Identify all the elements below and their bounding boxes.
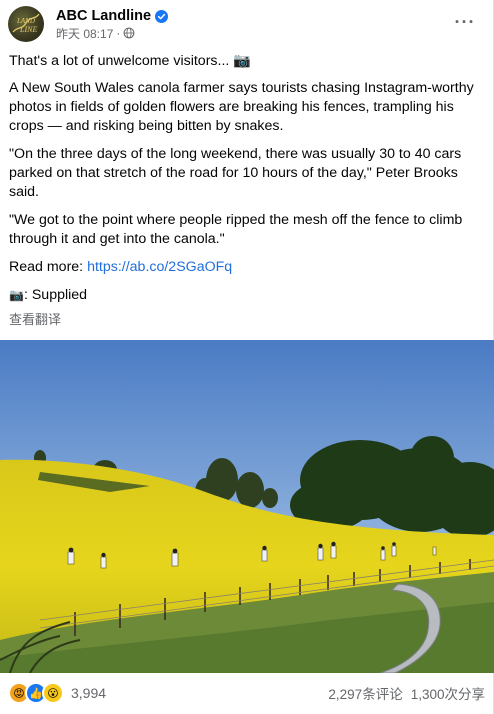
post-photo[interactable] (0, 340, 494, 673)
svg-text:LINE: LINE (19, 25, 37, 34)
post-stats: 2,297条评论 1,300次分享 (328, 683, 485, 703)
credit-line: 📷: Supplied (9, 286, 485, 305)
wow-react-icon: 😮 (42, 682, 64, 704)
read-more-link[interactable]: https://ab.co/2SGaOFq (87, 259, 232, 275)
post-meta: 昨天 08:17 · (56, 25, 135, 41)
see-translation-link[interactable]: 查看翻译 (9, 309, 61, 328)
page-name-row: ABC Landline (56, 6, 169, 26)
credit-text: : Supplied (23, 287, 88, 303)
post-paragraph-3: "We got to the point where people ripped… (9, 212, 463, 247)
verified-icon (155, 9, 169, 23)
post-line1: That's a lot of unwelcome visitors... 📷 (9, 53, 251, 69)
post-header: LAND LINE ABC Landline 昨天 08:17 · ··· (8, 6, 485, 42)
canola-field-image (0, 340, 494, 673)
svg-text:LAND: LAND (16, 17, 35, 25)
post-paragraph-2: "On the three days of the long weekend, … (9, 146, 462, 200)
camera-icon: 📷 (9, 288, 24, 302)
shares-count[interactable]: 1,300次分享 (411, 683, 485, 703)
page-avatar[interactable]: LAND LINE (8, 6, 44, 42)
more-options-button[interactable]: ··· (453, 12, 477, 32)
page-name[interactable]: ABC Landline (56, 8, 151, 24)
reactions[interactable]: 😡 👍 😮 (8, 682, 64, 704)
meta-separator: · (116, 26, 121, 40)
read-more-line: Read more: https://ab.co/2SGaOFq (9, 258, 485, 277)
post-timestamp[interactable]: 昨天 08:17 (56, 25, 113, 42)
post-paragraph-1: A New South Wales canola farmer says tou… (9, 80, 474, 134)
post-footer: 😡 👍 😮 3,994 2,297条评论 1,300次分享 (8, 678, 485, 708)
avatar-logo-icon: LAND LINE (12, 13, 40, 34)
comments-count[interactable]: 2,297条评论 (328, 683, 402, 703)
globe-icon (123, 27, 135, 39)
post-body: That's a lot of unwelcome visitors... 📷 … (9, 52, 485, 314)
read-more-label: Read more: (9, 259, 88, 275)
more-icon: ··· (454, 11, 476, 32)
reaction-count[interactable]: 3,994 (71, 685, 106, 701)
facebook-post: LAND LINE ABC Landline 昨天 08:17 · ··· Th… (0, 0, 494, 714)
